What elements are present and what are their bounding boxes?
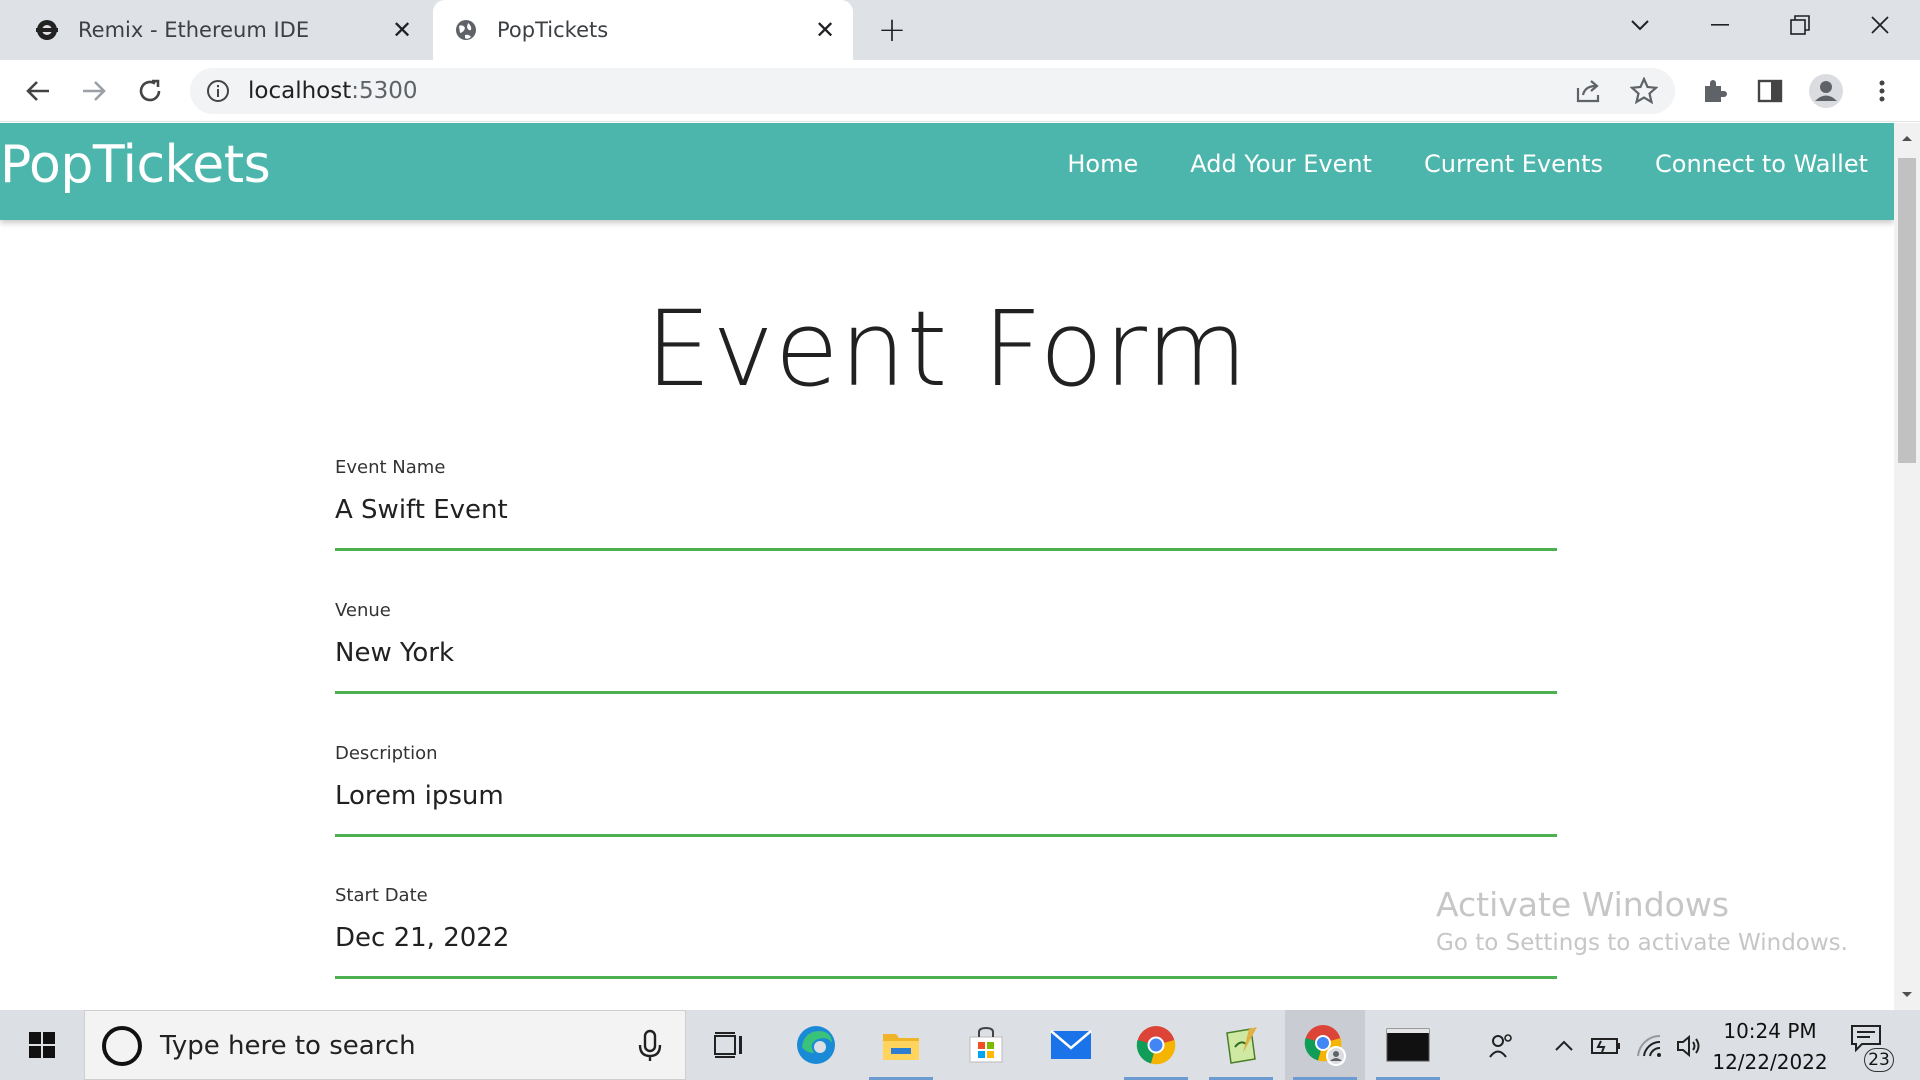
new-tab-button[interactable]: +	[872, 10, 912, 50]
page-viewport: PopTickets Home Add Your Event Current E…	[0, 123, 1894, 1010]
tab-remix[interactable]: Remix - Ethereum IDE ✕	[0, 0, 430, 60]
activate-windows-watermark: Activate Windows Go to Settings to activ…	[1436, 885, 1848, 956]
tab-title: Remix - Ethereum IDE	[78, 18, 310, 42]
globe-icon	[453, 17, 479, 43]
windows-taskbar: Type here to search 10:24 PM 12/22/2022 …	[0, 1010, 1920, 1080]
tab-title: PopTickets	[497, 18, 609, 42]
field-underline	[335, 548, 1557, 551]
search-placeholder: Type here to search	[160, 1031, 416, 1061]
bookmark-star-icon[interactable]	[1629, 76, 1659, 109]
nav-add-your-event[interactable]: Add Your Event	[1190, 150, 1372, 178]
scroll-down-arrow-icon[interactable]	[1894, 980, 1920, 1010]
close-window-button[interactable]	[1852, 0, 1908, 50]
kebab-menu-icon[interactable]	[1862, 71, 1902, 111]
chrome-profile-icon[interactable]	[1285, 1010, 1365, 1080]
cortana-icon[interactable]	[102, 1026, 142, 1066]
field-label: Description	[335, 743, 438, 764]
address-bar[interactable]: localhost:5300	[190, 68, 1675, 114]
scroll-thumb[interactable]	[1898, 158, 1916, 463]
profile-avatar-icon[interactable]	[1806, 71, 1846, 111]
nav-home[interactable]: Home	[1067, 150, 1138, 178]
field-underline	[335, 834, 1557, 837]
forward-arrow-icon[interactable]	[74, 71, 114, 111]
tab-strip: Remix - Ethereum IDE ✕ PopTickets ✕ +	[0, 0, 1920, 60]
nav-current-events[interactable]: Current Events	[1424, 150, 1603, 178]
page-scrollbar[interactable]	[1894, 123, 1920, 1010]
minimize-button[interactable]	[1692, 0, 1748, 50]
edge-browser-icon[interactable]	[776, 1010, 856, 1080]
venue-input[interactable]: New York	[335, 638, 1557, 674]
watermark-subtitle: Go to Settings to activate Windows.	[1436, 930, 1848, 956]
start-date-field[interactable]: Start Date Dec 21, 2022	[335, 885, 1557, 979]
field-label: Venue	[335, 600, 391, 621]
back-arrow-icon[interactable]	[18, 71, 58, 111]
people-icon[interactable]	[1486, 1030, 1518, 1062]
watermark-title: Activate Windows	[1436, 885, 1730, 924]
taskbar-search-box[interactable]: Type here to search	[84, 1010, 686, 1080]
tab-poptickets[interactable]: PopTickets ✕	[433, 0, 853, 60]
url-text: localhost:5300	[248, 78, 418, 104]
restore-button[interactable]	[1772, 0, 1828, 50]
show-hidden-icons-chevron-icon[interactable]	[1548, 1030, 1580, 1062]
share-icon[interactable]	[1575, 78, 1603, 108]
task-view-icon[interactable]	[690, 1010, 770, 1080]
wifi-icon[interactable]	[1634, 1030, 1666, 1062]
close-icon[interactable]: ✕	[388, 16, 416, 44]
site-navbar: PopTickets Home Add Your Event Current E…	[0, 123, 1894, 220]
close-icon[interactable]: ✕	[811, 16, 839, 44]
scroll-up-arrow-icon[interactable]	[1894, 123, 1920, 153]
notepad-app-icon[interactable]	[1201, 1010, 1281, 1080]
clock-time: 10:24 PM	[1723, 1019, 1817, 1043]
browser-toolbar: localhost:5300	[0, 60, 1920, 122]
notification-count-badge: 23	[1864, 1048, 1894, 1072]
field-label: Event Name	[335, 457, 446, 478]
microphone-icon[interactable]	[635, 1029, 665, 1063]
info-icon[interactable]	[206, 79, 230, 103]
field-underline	[335, 691, 1557, 694]
file-explorer-icon[interactable]	[861, 1010, 941, 1080]
nav-links: Home Add Your Event Current Events Conne…	[1015, 123, 1868, 205]
chrome-icon[interactable]	[1116, 1010, 1196, 1080]
description-field[interactable]: Description Lorem ipsum	[335, 743, 1557, 837]
tab-search-chevron-icon[interactable]	[1612, 0, 1668, 50]
microsoft-store-icon[interactable]	[946, 1010, 1026, 1080]
field-label: Start Date	[335, 885, 428, 906]
notification-center-icon[interactable]: 23	[1850, 1024, 1894, 1072]
system-clock[interactable]: 10:24 PM 12/22/2022	[1700, 1016, 1840, 1078]
reload-icon[interactable]	[130, 71, 170, 111]
event-name-input[interactable]: A Swift Event	[335, 495, 1557, 531]
remix-icon	[34, 17, 60, 43]
windows-start-icon[interactable]	[0, 1010, 84, 1080]
mail-icon[interactable]	[1031, 1010, 1111, 1080]
extensions-puzzle-icon[interactable]	[1694, 71, 1734, 111]
battery-charging-icon[interactable]	[1590, 1030, 1622, 1062]
page-title: Event Form	[645, 288, 1249, 410]
venue-field[interactable]: Venue New York	[335, 600, 1557, 694]
start-date-input[interactable]: Dec 21, 2022	[335, 923, 1557, 959]
event-name-field[interactable]: Event Name A Swift Event	[335, 457, 1557, 551]
nav-connect-to-wallet[interactable]: Connect to Wallet	[1655, 150, 1868, 178]
side-panel-icon[interactable]	[1750, 71, 1790, 111]
terminal-icon[interactable]	[1368, 1010, 1448, 1080]
site-brand[interactable]: PopTickets	[0, 135, 271, 195]
field-underline	[335, 976, 1557, 979]
description-input[interactable]: Lorem ipsum	[335, 781, 1557, 817]
clock-date: 12/22/2022	[1712, 1050, 1828, 1074]
